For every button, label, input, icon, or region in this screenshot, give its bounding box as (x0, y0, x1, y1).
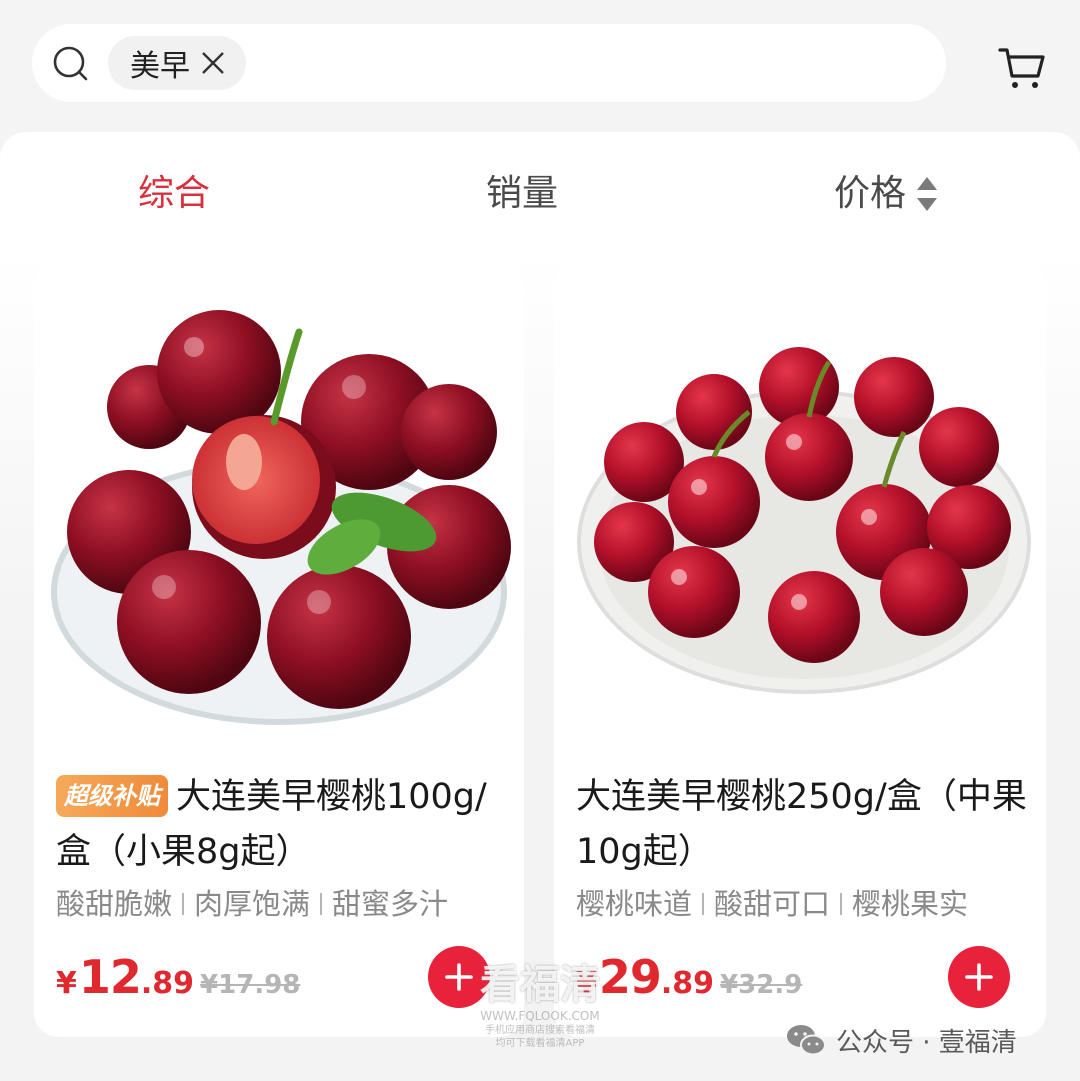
currency-symbol: ¥ (56, 966, 77, 1001)
price-decimal: .89 (660, 966, 715, 1001)
plus-icon (965, 963, 993, 991)
product-card[interactable]: 超级补贴 大连美早樱桃100g/盒（小果8g起） 酸甜脆嫩 肉厚饱满 甜蜜多汁 ¥… (34, 262, 524, 1037)
add-to-cart-button[interactable] (948, 946, 1010, 1008)
wechat-watermark: 公众号 · 壹福清 (786, 1018, 1017, 1062)
search-query-label: 美早 (130, 49, 190, 84)
close-icon[interactable] (200, 50, 226, 76)
search-bar[interactable]: 美早 (32, 24, 946, 102)
tag: 酸甜可口 (714, 887, 831, 921)
sort-arrows-icon (917, 177, 938, 211)
original-price: ¥32.9 (720, 970, 803, 1000)
wechat-account-label: 公众号 · 壹福清 (836, 1027, 1017, 1058)
search-icon[interactable] (52, 45, 90, 83)
product-tags: 酸甜脆嫩 肉厚饱满 甜蜜多汁 (56, 882, 526, 926)
tag-divider (840, 893, 843, 915)
tab-label: 销量 (486, 173, 559, 214)
original-price: ¥17.98 (200, 970, 301, 1000)
search-query-chip[interactable]: 美早 (108, 36, 246, 90)
tab-price[interactable]: 价格 (834, 172, 938, 216)
watermark-note: 均可下载看福清APP (495, 1038, 585, 1049)
product-image[interactable] (554, 292, 1046, 742)
tag: 樱桃味道 (576, 887, 693, 921)
product-tags: 樱桃味道 酸甜可口 樱桃果实 (576, 882, 1046, 926)
tag-divider (320, 893, 323, 915)
product-title-block: 大连美早樱桃250g/盒（中果10g起） (576, 770, 1036, 880)
tab-sales[interactable]: 销量 (486, 172, 558, 216)
product-image[interactable] (34, 292, 524, 742)
product-title: 大连美早樱桃250g/盒（中果10g起） (576, 777, 1027, 872)
watermark-title: 看福清 (480, 962, 600, 1008)
cart-icon[interactable] (998, 44, 1046, 92)
watermark-note: 手机应用商店搜索看福清 (485, 1025, 595, 1036)
product-title-block: 超级补贴 大连美早樱桃100g/盒（小果8g起） (56, 770, 516, 880)
tag: 樱桃果实 (852, 887, 969, 921)
tab-label: 综合 (138, 173, 211, 214)
tag: 酸甜脆嫩 (56, 887, 173, 921)
tab-label: 价格 (834, 173, 907, 214)
tag-divider (702, 893, 705, 915)
wechat-icon (787, 1025, 826, 1056)
tab-comprehensive[interactable]: 综合 (138, 172, 210, 216)
tag: 肉厚饱满 (194, 887, 311, 921)
watermark-url: WWW.FQLOOK.COM (480, 1009, 600, 1023)
price-decimal: .89 (140, 966, 195, 1001)
site-watermark: 看福清 WWW.FQLOOK.COM 手机应用商店搜索看福清 均可下载看福清AP… (470, 962, 610, 1072)
product-card[interactable]: 大连美早樱桃250g/盒（中果10g起） 樱桃味道 酸甜可口 樱桃果实 ¥ 29… (554, 262, 1046, 1037)
subsidy-badge: 超级补贴 (56, 775, 168, 817)
price-row: ¥ 12 .89 ¥17.98 (56, 950, 300, 1010)
tag: 甜蜜多汁 (332, 887, 449, 921)
price-integer: 12 (78, 950, 142, 1004)
tag-divider (182, 893, 185, 915)
